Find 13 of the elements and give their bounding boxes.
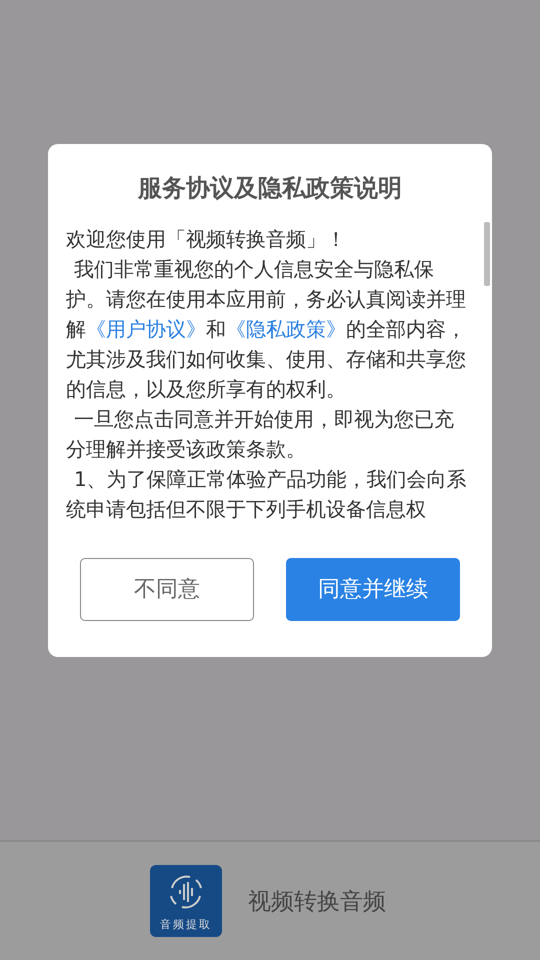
app-name: 视频转换音频	[248, 888, 386, 916]
policy-link[interactable]: 《隐私政策》	[226, 316, 346, 340]
agreement-paragraph: 1、为了保障正常体验产品功能，我们会向系统申请包括但不限于下列手机设备信息权	[66, 466, 468, 522]
icon-caption: 音频提取	[160, 917, 212, 932]
agreement-paragraph: 我们非常重视您的个人信息安全与隐私保护。请您在使用本应用前，务必认真阅读并理解《用户协议》和《隐私政策》的全部内容，尤其涉及我们如何收集、使用、存储和共享您的信息，以及您所享有的权利。	[66, 256, 467, 402]
agreement-paragraph: 一旦您点击同意并开始使用，即视为您已充分理解并接受该政策条款。	[66, 406, 455, 462]
policy-link[interactable]: 《用户协议》	[86, 316, 206, 340]
agreement-paragraph: 欢迎您使用「视频转换音频」！	[66, 226, 347, 252]
scrollbar[interactable]	[484, 222, 490, 286]
dialog-title: 服务协议及隐私政策说明	[136, 172, 403, 204]
disagree-button[interactable]: 不同意	[80, 558, 254, 620]
agree-button[interactable]: 同意并继续	[286, 558, 460, 620]
app-icon[interactable]: 音频提取	[150, 865, 222, 937]
